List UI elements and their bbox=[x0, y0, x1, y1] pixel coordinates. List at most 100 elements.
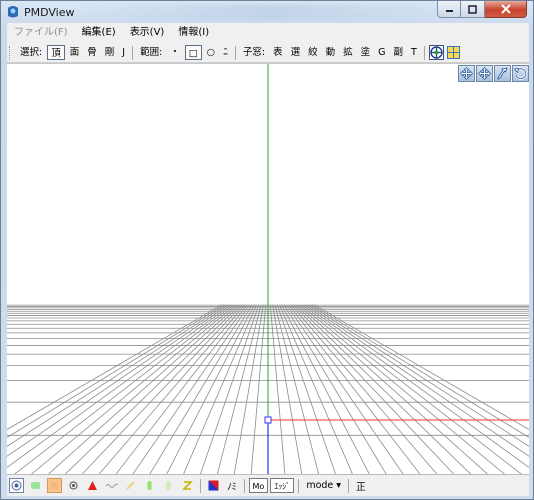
minimize-icon bbox=[445, 9, 453, 12]
zoom-button[interactable] bbox=[494, 65, 511, 82]
select-vertex-button[interactable]: 頂 bbox=[47, 45, 65, 60]
triangle-toggle[interactable] bbox=[85, 478, 100, 493]
menu-edit[interactable]: 編集(E) bbox=[75, 23, 123, 43]
statusbar-divider bbox=[348, 478, 350, 493]
bottom-toolbar: ﾉﾐ Mo ｴｯｼﾞ mode ▾ 正 bbox=[7, 474, 529, 496]
3d-viewport[interactable] bbox=[7, 63, 529, 474]
grid-lateral-line bbox=[269, 304, 286, 474]
minimize-button[interactable] bbox=[437, 1, 461, 18]
select-bone-button[interactable]: 骨 bbox=[84, 45, 100, 60]
statusbar-divider bbox=[298, 478, 300, 493]
select-face-button[interactable]: 面 bbox=[67, 45, 83, 60]
pan-button[interactable] bbox=[476, 65, 493, 82]
triangle-icon bbox=[88, 481, 97, 490]
grid-lateral-line bbox=[14, 304, 234, 474]
color-swatch-toggle[interactable] bbox=[206, 478, 221, 493]
menu-info[interactable]: 情報(I) bbox=[171, 23, 216, 43]
mo-button[interactable]: Mo bbox=[248, 478, 269, 493]
menu-view[interactable]: 表示(V) bbox=[123, 23, 172, 43]
range-circle-button[interactable]: ○ bbox=[204, 45, 218, 60]
select-rigid-button[interactable]: 剛 bbox=[102, 45, 118, 60]
sub-t-button[interactable]: T bbox=[408, 45, 420, 60]
sub-filter-button[interactable]: 絞 bbox=[305, 45, 321, 60]
pan-icon bbox=[478, 67, 491, 80]
move-button[interactable] bbox=[458, 65, 475, 82]
wave-icon bbox=[105, 483, 118, 489]
grid-lateral-line bbox=[47, 304, 239, 474]
grid-lateral-line bbox=[309, 304, 529, 447]
sub-table-button[interactable]: 表 bbox=[270, 45, 286, 60]
chevron-down-icon: ▾ bbox=[336, 480, 342, 491]
app-window: PMDView ファイル(F) 編集(E) 表示(V) 情報(I) 選択: 頂 … bbox=[0, 0, 534, 500]
view-target-icon bbox=[430, 46, 443, 59]
rigid-icon bbox=[166, 481, 171, 490]
maximize-button[interactable] bbox=[461, 1, 485, 18]
joint-toggle[interactable] bbox=[180, 478, 195, 493]
select-label: 選択: bbox=[20, 47, 43, 58]
range-point-button[interactable]: ・ bbox=[167, 45, 183, 60]
range-rect-button[interactable]: □ bbox=[184, 45, 202, 60]
rigid-toggle[interactable] bbox=[161, 478, 176, 493]
rotate-button[interactable] bbox=[512, 65, 529, 82]
ik-icon bbox=[147, 481, 152, 490]
grid-lateral-line bbox=[31, 304, 236, 474]
point-icon bbox=[69, 481, 78, 490]
material-toggle[interactable] bbox=[47, 478, 62, 493]
point-toggle[interactable] bbox=[66, 478, 81, 493]
origin-marker bbox=[264, 416, 272, 424]
sei-button[interactable]: 正 bbox=[352, 479, 370, 493]
window-title: PMDView bbox=[24, 6, 75, 19]
edge-button[interactable]: ｴｯｼﾞ bbox=[270, 478, 295, 493]
grid-lateral-line bbox=[297, 304, 489, 474]
maximize-icon bbox=[468, 4, 477, 14]
bone-icon bbox=[126, 481, 135, 490]
joint-icon bbox=[182, 481, 193, 490]
move-icon bbox=[460, 67, 473, 80]
light-toggle[interactable] bbox=[28, 478, 43, 493]
mode-dropdown[interactable]: mode ▾ bbox=[302, 480, 345, 491]
sub-select-button[interactable]: 選 bbox=[288, 45, 304, 60]
camera-toggle[interactable] bbox=[9, 478, 24, 493]
sub-scale-button[interactable]: 拡 bbox=[340, 45, 356, 60]
sub-g-button[interactable]: G bbox=[375, 45, 388, 60]
ik-toggle[interactable] bbox=[142, 478, 157, 493]
grid-lateral-line bbox=[286, 304, 404, 474]
title-bar[interactable]: PMDView bbox=[1, 1, 533, 23]
grid-lateral-line bbox=[7, 304, 232, 468]
wave-toggle[interactable] bbox=[104, 478, 119, 493]
grid-lateral-line bbox=[283, 304, 387, 474]
app-icon bbox=[8, 6, 18, 18]
taskbar-blur bbox=[85, 4, 455, 20]
range-lasso-button[interactable]: ﾆ bbox=[220, 45, 231, 60]
select-joint-button[interactable]: J bbox=[119, 45, 128, 60]
toolbar-divider bbox=[234, 45, 236, 60]
close-button[interactable] bbox=[485, 1, 527, 18]
rotate-icon bbox=[514, 67, 527, 80]
menu-bar: ファイル(F) 編集(E) 表示(V) 情報(I) bbox=[7, 23, 529, 44]
toolbar-grip[interactable] bbox=[9, 45, 13, 60]
color-swatch-icon bbox=[208, 480, 219, 491]
range-label: 範囲: bbox=[140, 47, 163, 58]
grid-split-icon bbox=[446, 46, 460, 59]
menu-file[interactable]: ファイル(F) bbox=[7, 23, 75, 43]
view-nav-tools bbox=[457, 65, 529, 82]
grid-lateral-line bbox=[300, 304, 505, 474]
bone-toggle[interactable] bbox=[123, 478, 138, 493]
grid-lateral-line bbox=[132, 304, 250, 474]
toolbar-divider bbox=[423, 45, 425, 60]
sub-paint-button[interactable]: 塗 bbox=[358, 45, 374, 60]
close-icon bbox=[500, 4, 511, 14]
statusbar-divider bbox=[200, 478, 201, 493]
sub-sub-button[interactable]: 副 bbox=[391, 45, 407, 60]
nomi-label[interactable]: ﾉﾐ bbox=[223, 479, 241, 493]
subwindow-label: 子窓: bbox=[242, 47, 266, 58]
floor-grid bbox=[7, 64, 529, 474]
grid-lateral-line bbox=[149, 304, 253, 474]
mode-label: mode bbox=[306, 480, 334, 491]
sub-move-button[interactable]: 動 bbox=[323, 45, 339, 60]
grid-split-button[interactable] bbox=[446, 45, 461, 60]
grid-lateral-line bbox=[98, 304, 246, 474]
toolbar-divider bbox=[132, 45, 134, 60]
view-target-button[interactable] bbox=[428, 45, 444, 60]
main-toolbar: 選択: 頂 面 骨 剛 J 範囲: ・ □ ○ ﾆ 子窓: 表 選 絞 動 拡 … bbox=[7, 43, 529, 63]
